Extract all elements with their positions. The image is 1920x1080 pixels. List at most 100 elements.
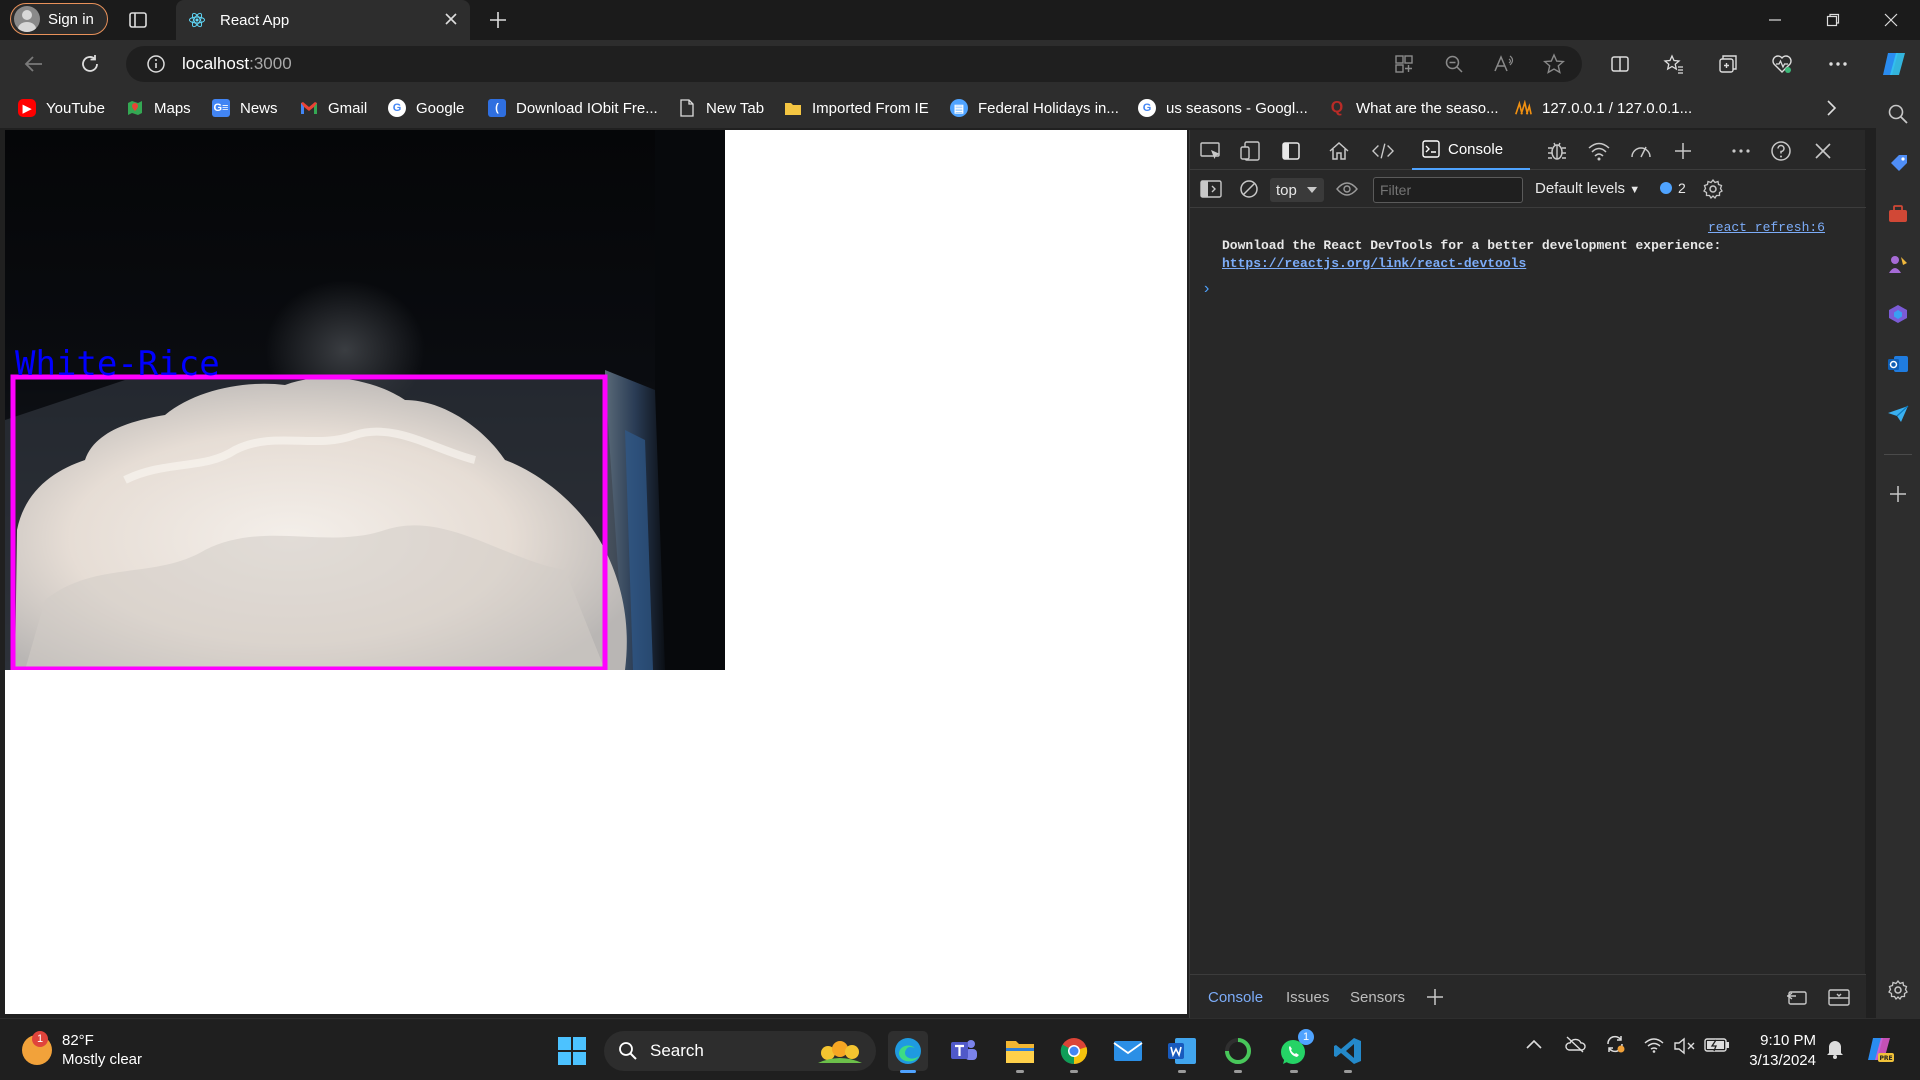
zoom-out-icon[interactable] (1442, 52, 1466, 76)
bookmark-us-seasons[interactable]: G us seasons - Googl... (1138, 96, 1308, 120)
refresh-icon[interactable] (78, 52, 102, 76)
log-source-link[interactable]: react_refresh:6 (1708, 220, 1825, 235)
bookmarks-overflow-icon[interactable] (1824, 98, 1838, 118)
show-hidden-icons[interactable] (1526, 1039, 1542, 1049)
issues-counter[interactable]: 2 (1660, 180, 1686, 196)
context-selector[interactable]: top (1270, 178, 1324, 202)
taskbar-file-explorer[interactable] (1000, 1031, 1040, 1073)
sidebar-search-icon[interactable] (1886, 102, 1910, 126)
taskbar-loading-app[interactable] (1218, 1031, 1258, 1073)
start-button[interactable] (552, 1031, 592, 1071)
volume-muted-icon[interactable] (1674, 1037, 1696, 1055)
taskbar-edge[interactable] (888, 1031, 928, 1073)
sync-icon[interactable] (1604, 1033, 1626, 1055)
taskbar-vscode[interactable] (1328, 1031, 1368, 1073)
favorite-star-icon[interactable] (1542, 52, 1566, 76)
customize-devtools-icon[interactable] (1730, 140, 1752, 162)
drawer-tab-issues[interactable]: Issues (1286, 989, 1329, 1006)
drawer-tab-console[interactable]: Console (1208, 989, 1263, 1006)
sidebar-shopping-icon[interactable] (1886, 152, 1910, 176)
sidebar-add-icon[interactable] (1886, 482, 1910, 506)
copilot-icon[interactable] (1878, 48, 1910, 80)
close-devtools-icon[interactable] (1812, 140, 1834, 162)
bookmark-gmail[interactable]: Gmail (300, 96, 367, 120)
log-levels-dropdown[interactable]: Default levels ▼ (1535, 180, 1640, 197)
tab-react-app[interactable]: React App (176, 0, 470, 40)
inspect-element-icon[interactable] (1200, 140, 1222, 162)
console-settings-icon[interactable] (1702, 178, 1724, 200)
sidebar-tools-icon[interactable] (1886, 202, 1910, 226)
sidebar-drop-icon[interactable] (1886, 402, 1910, 426)
browser-essentials-icon[interactable] (1770, 52, 1794, 76)
console-prompt[interactable]: › (1204, 280, 1209, 298)
bookmark-imported-from-ie[interactable]: Imported From IE (784, 96, 929, 120)
sidebar-microsoft365-icon[interactable] (1886, 302, 1910, 326)
notifications-bell-icon[interactable] (1826, 1039, 1844, 1059)
network-icon[interactable] (1588, 140, 1610, 162)
bookmark-google[interactable]: G Google (388, 96, 464, 120)
onedrive-offline-icon[interactable] (1564, 1035, 1586, 1053)
bookmark-phpmyadmin[interactable]: 127.0.0.1 / 127.0.0.1... (1514, 96, 1692, 120)
taskbar-search[interactable]: Search (604, 1031, 876, 1071)
sidebar-outlook-icon[interactable] (1886, 352, 1910, 376)
dock-drawer-icon[interactable] (1786, 987, 1808, 1007)
collections-icon[interactable] (1716, 52, 1740, 76)
dock-side-icon[interactable] (1280, 140, 1302, 162)
console-filter-input[interactable] (1373, 177, 1523, 203)
bookmark-federal-holidays[interactable]: ▤ Federal Holidays in... (950, 96, 1119, 120)
restore-icon[interactable] (1810, 6, 1856, 34)
split-screen-icon[interactable] (1608, 52, 1632, 76)
search-label: Search (650, 1041, 704, 1060)
sidebar-games-icon[interactable] (1886, 252, 1910, 276)
bookmark-news[interactable]: G≡ News (212, 96, 278, 120)
back-icon[interactable] (22, 52, 46, 76)
bookmark-maps[interactable]: Maps (126, 96, 191, 120)
more-tools-icon[interactable] (1672, 140, 1694, 162)
favorites-icon[interactable] (1662, 52, 1686, 76)
elements-icon[interactable] (1372, 140, 1394, 162)
welcome-home-icon[interactable] (1328, 140, 1350, 162)
tab-console[interactable]: Console (1412, 130, 1530, 170)
close-window-icon[interactable] (1868, 6, 1914, 34)
weather-widget[interactable]: 1 82°F Mostly clear (22, 1031, 142, 1069)
drawer-tab-sensors[interactable]: Sensors (1350, 989, 1405, 1006)
taskbar-whatsapp[interactable]: 1 (1274, 1029, 1314, 1073)
react-devtools-link[interactable]: https://reactjs.org/link/react-devtools (1222, 256, 1526, 271)
close-drawer-icon[interactable] (1828, 987, 1850, 1007)
copilot-preview-icon[interactable]: PRE (1864, 1033, 1896, 1065)
help-icon[interactable] (1770, 140, 1792, 162)
performance-icon[interactable] (1630, 140, 1652, 162)
console-icon (1422, 140, 1440, 158)
bookmark-new-tab[interactable]: New Tab (678, 96, 764, 120)
wifi-icon[interactable] (1644, 1037, 1664, 1053)
close-tab-icon[interactable] (442, 10, 460, 28)
url-text[interactable]: localhost:3000 (182, 54, 292, 74)
app-available-icon[interactable] (1392, 52, 1416, 76)
taskbar-word[interactable] (1162, 1031, 1202, 1073)
debugger-icon[interactable] (1546, 140, 1568, 162)
google-icon: G (388, 99, 406, 117)
more-options-icon[interactable] (1826, 52, 1850, 76)
add-drawer-tab-icon[interactable] (1426, 988, 1444, 1006)
taskbar-chrome[interactable] (1054, 1031, 1094, 1073)
minimize-icon[interactable] (1752, 6, 1798, 34)
battery-icon[interactable] (1704, 1037, 1730, 1053)
site-info-icon[interactable] (146, 54, 166, 74)
read-aloud-icon[interactable] (1492, 52, 1516, 76)
device-emulation-icon[interactable] (1240, 140, 1262, 162)
folder-icon (784, 99, 802, 117)
sidebar-settings-icon[interactable] (1886, 978, 1910, 1002)
show-sidebar-icon[interactable] (1200, 178, 1222, 200)
bookmark-youtube[interactable]: ▶ YouTube (18, 96, 105, 120)
clear-console-icon[interactable] (1238, 178, 1260, 200)
bookmark-what-are-the-seasons[interactable]: Q What are the seaso... (1328, 96, 1499, 120)
bookmark-iobit[interactable]: ( Download IObit Fre... (488, 96, 658, 120)
taskbar-mail[interactable] (1108, 1031, 1148, 1071)
new-tab-icon[interactable] (488, 10, 508, 30)
taskbar-teams[interactable] (944, 1031, 984, 1071)
system-clock[interactable]: 9:10 PM 3/13/2024 (1740, 1031, 1816, 1071)
live-expression-eye-icon[interactable] (1336, 178, 1358, 200)
address-bar[interactable]: localhost:3000 (126, 46, 1582, 82)
tab-actions-icon[interactable] (128, 10, 148, 30)
sign-in-button[interactable]: Sign in (10, 3, 108, 35)
